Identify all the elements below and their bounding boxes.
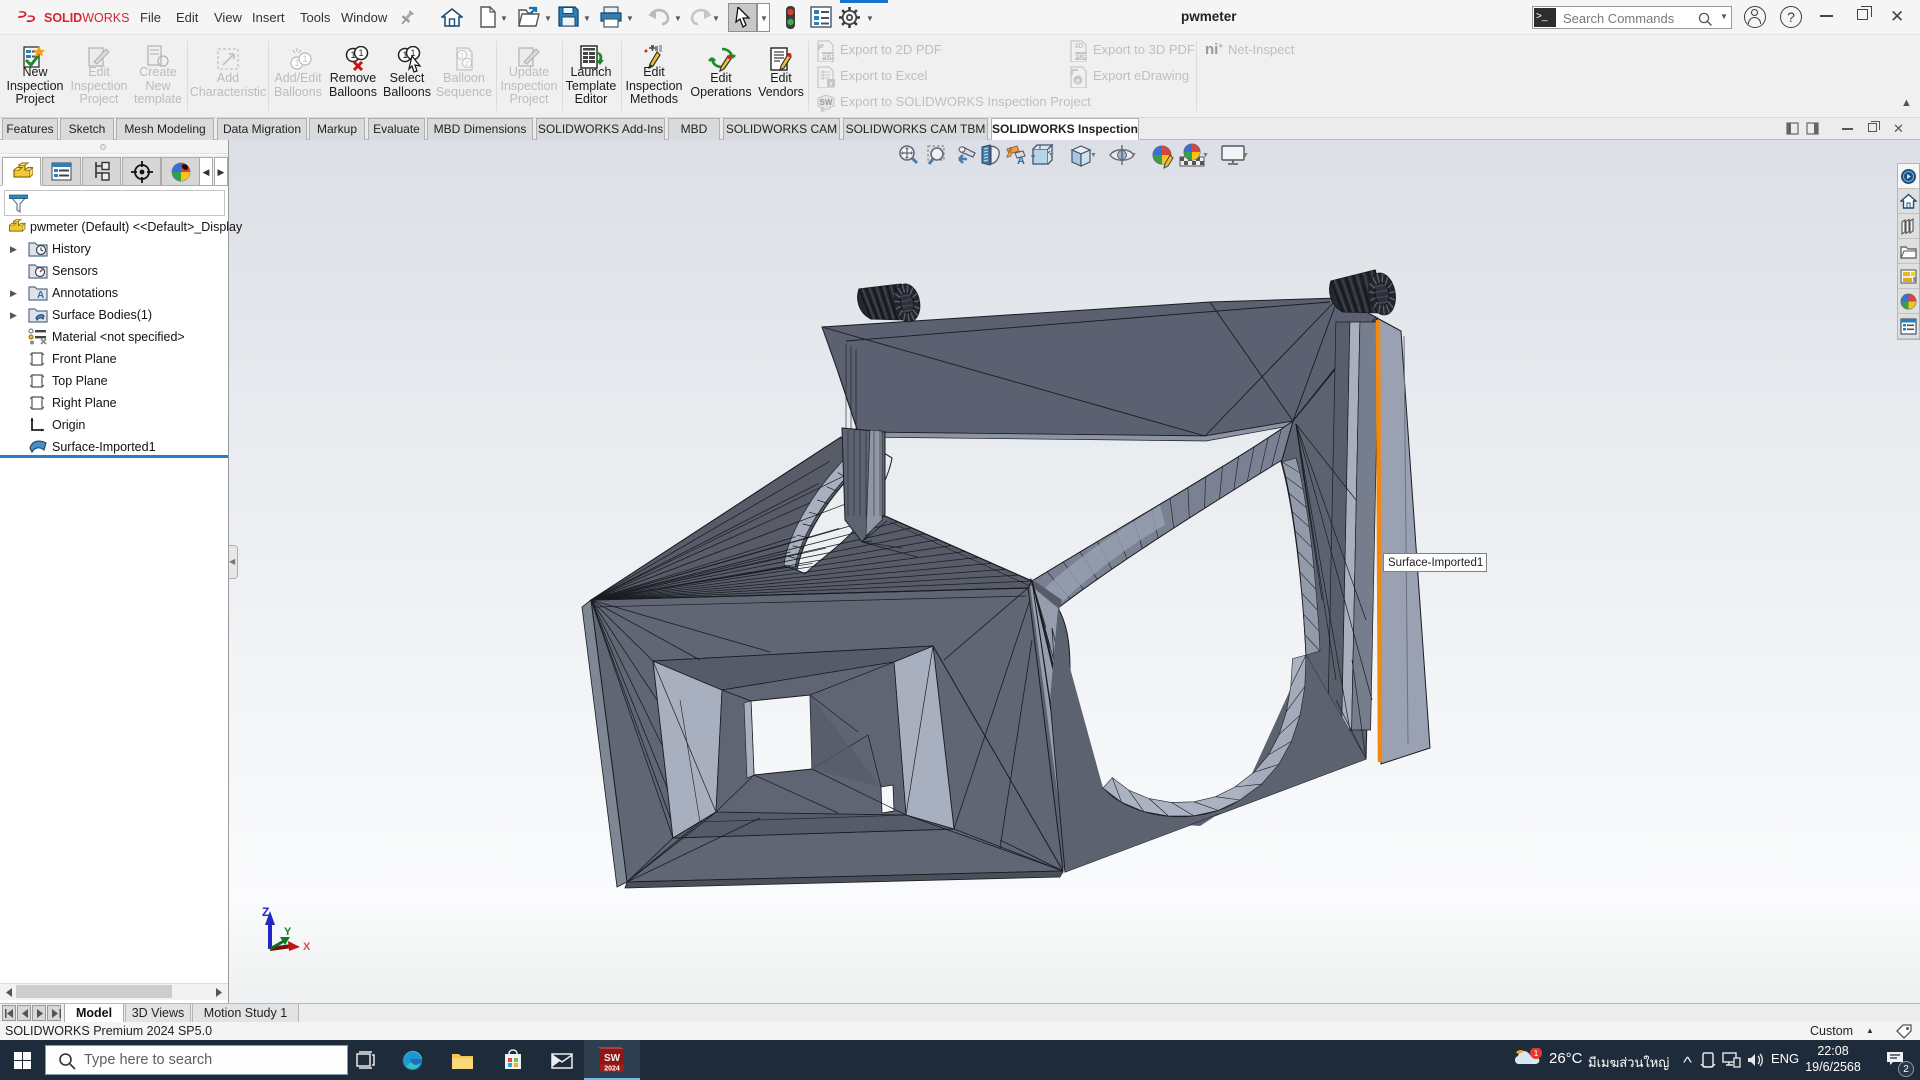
svg-text:PDF: PDF [1075, 54, 1088, 61]
svg-text:A: A [37, 290, 44, 301]
svg-text:3D: 3D [1075, 43, 1084, 50]
svg-text:2024: 2024 [604, 1066, 620, 1073]
svg-text:X: X [303, 941, 310, 953]
svg-text:A: A [1017, 155, 1025, 167]
svg-text:1: 1 [1534, 1048, 1539, 1058]
svg-text:SW: SW [604, 1053, 621, 1064]
svg-text:2: 2 [465, 61, 469, 68]
svg-text:1: 1 [302, 54, 307, 64]
svg-text:PDF: PDF [822, 54, 835, 61]
svg-text:1: 1 [358, 48, 363, 58]
svg-text:e: e [1076, 78, 1080, 85]
svg-text:SW: SW [820, 98, 833, 107]
svg-text:Y: Y [284, 926, 292, 938]
svg-text:Z: Z [262, 905, 269, 919]
svg-text:1: 1 [460, 53, 464, 60]
